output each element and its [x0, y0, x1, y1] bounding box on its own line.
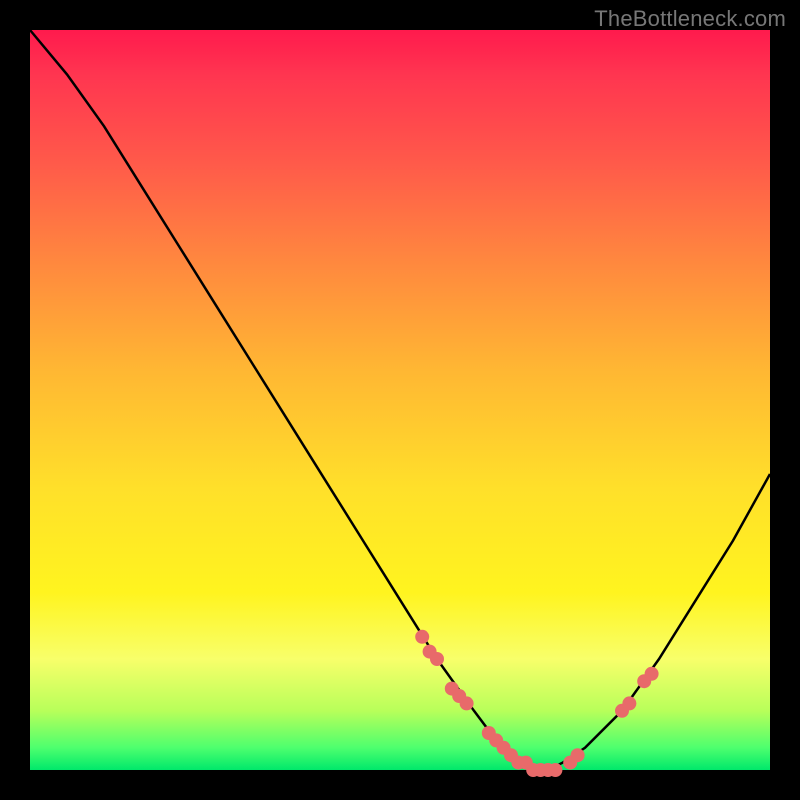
curve-marker	[622, 696, 636, 710]
curve-layer	[30, 30, 770, 770]
curve-marker	[430, 652, 444, 666]
curve-marker	[460, 696, 474, 710]
plot-area	[30, 30, 770, 770]
curve-markers	[415, 630, 658, 777]
watermark-text: TheBottleneck.com	[594, 6, 786, 32]
curve-marker	[415, 630, 429, 644]
curve-marker	[645, 667, 659, 681]
bottleneck-curve	[30, 30, 770, 770]
curve-marker	[548, 763, 562, 777]
curve-marker	[571, 748, 585, 762]
chart-frame: TheBottleneck.com	[0, 0, 800, 800]
